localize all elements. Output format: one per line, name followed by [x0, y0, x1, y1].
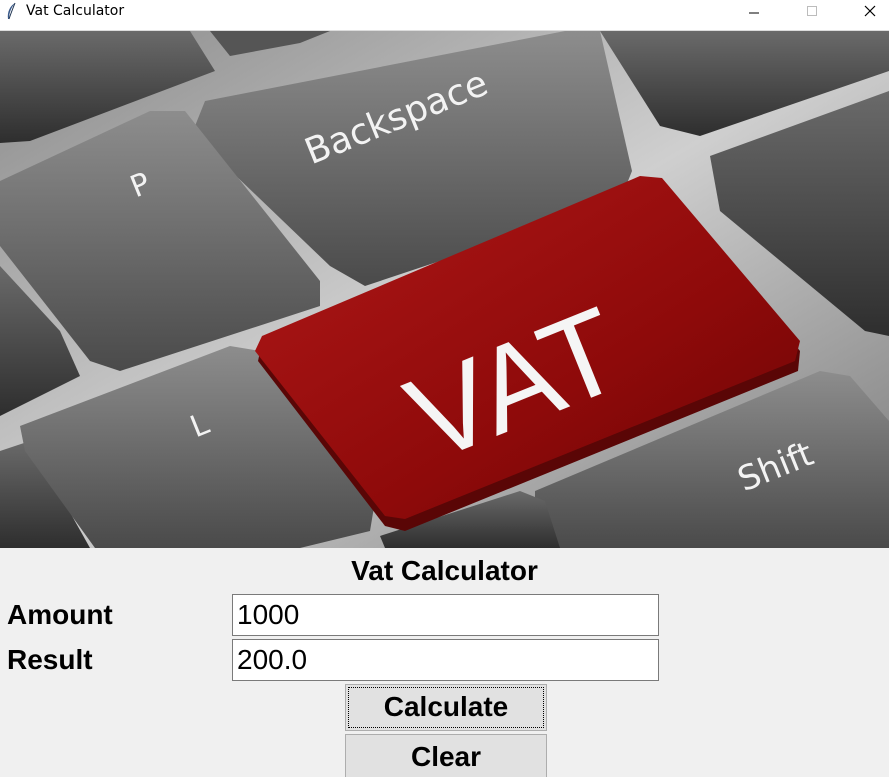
- calculate-button[interactable]: Calculate: [345, 684, 547, 731]
- minimize-icon: [749, 12, 759, 14]
- result-label: Result: [7, 644, 93, 675]
- app-window: Vat Calculator Backspace P L Shift VAT V…: [0, 0, 889, 777]
- page-title: Vat Calculator: [351, 555, 538, 586]
- feather-icon: [5, 2, 17, 22]
- close-icon: [864, 5, 876, 17]
- window-title: Vat Calculator: [26, 3, 125, 19]
- vat-keyboard-image: Backspace P L Shift VAT: [0, 31, 889, 548]
- maximize-button[interactable]: [789, 0, 835, 22]
- clear-button[interactable]: Clear: [345, 734, 547, 777]
- minimize-button[interactable]: [731, 0, 777, 22]
- title-bar: Vat Calculator: [0, 0, 889, 31]
- maximize-icon: [807, 6, 817, 16]
- close-button[interactable]: [847, 0, 889, 22]
- result-input[interactable]: [232, 639, 659, 681]
- amount-label: Amount: [7, 599, 113, 630]
- amount-input[interactable]: [232, 594, 659, 636]
